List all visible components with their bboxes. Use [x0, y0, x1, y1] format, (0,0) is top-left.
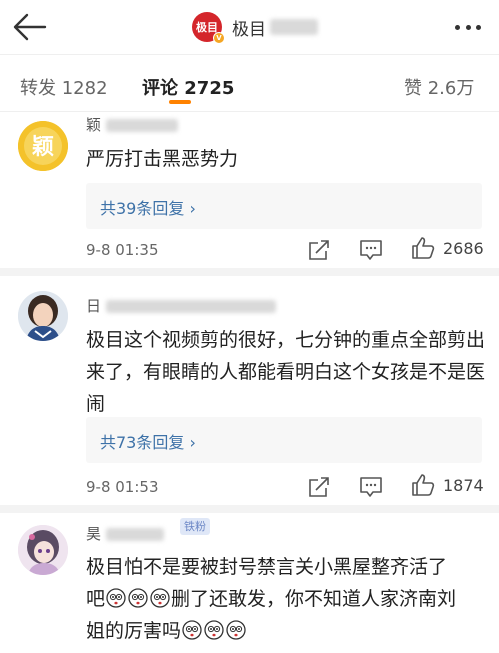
emoji-icon	[204, 618, 224, 640]
tab-likes[interactable]: 赞 2.6万	[404, 74, 474, 100]
comment-text: 极目怕不是要被封号禁言关小黑屋整齐活了 吧删了还敢发，你不知道人家济南刘 姐的厉…	[86, 551, 486, 647]
account-header[interactable]: 极目 V 极目	[192, 11, 318, 44]
active-tab-indicator	[169, 100, 191, 104]
divider	[0, 505, 499, 513]
comment-icon[interactable]	[358, 474, 384, 500]
view-replies-button[interactable]: 共39条回复 ›	[86, 183, 482, 229]
replies-link: 共73条回复 ›	[100, 433, 196, 452]
yellow-badge-avatar-icon: 颖	[18, 121, 68, 171]
comment-line: 姐的厉害吗	[86, 615, 486, 647]
comment-line: 极目怕不是要被封号禁言关小黑屋整齐活了	[86, 556, 448, 578]
share-icon[interactable]	[306, 237, 332, 263]
woman-portrait-avatar-icon	[18, 291, 68, 341]
avatar[interactable]: 颖	[18, 121, 68, 171]
top-bar: 极目 V 极目	[0, 0, 499, 55]
avatar[interactable]	[18, 291, 68, 341]
tab-bar: 转发 1282 评论 2725 赞 2.6万	[0, 56, 499, 112]
comment-item: 昊 铁粉 极目怕不是要被封号禁言关小黑屋整齐活了 吧删了还敢发，你不知道人家济南…	[0, 513, 499, 653]
comment-text: 严厉打击黑恶势力	[86, 148, 239, 170]
comment-username[interactable]: 日	[86, 295, 276, 316]
tab-reposts[interactable]: 转发 1282	[20, 74, 108, 100]
more-button[interactable]	[451, 12, 485, 42]
comment-username[interactable]: 昊	[86, 523, 164, 544]
comment-line: 吧删了还敢发，你不知道人家济南刘	[86, 586, 457, 610]
blurred-text	[270, 19, 318, 35]
view-replies-button[interactable]: 共73条回复 ›	[86, 417, 482, 463]
fan-badge: 铁粉	[180, 518, 210, 535]
svg-text:颖: 颖	[32, 135, 54, 160]
more-dots-icon	[455, 24, 460, 30]
emoji-icon	[182, 618, 202, 640]
anime-girl-avatar-icon	[18, 525, 68, 575]
comment-username[interactable]: 颖	[86, 114, 178, 135]
share-icon[interactable]	[306, 474, 332, 500]
emoji-icon	[106, 586, 126, 608]
comment-list: 颖 颖 严厉打击黑恶势力 共39条回复 › 9-8 01:35 2686 日 极…	[0, 113, 499, 653]
avatar[interactable]	[18, 525, 68, 575]
account-logo: 极目 V	[192, 12, 225, 44]
like-icon[interactable]	[410, 472, 436, 498]
emoji-icon	[226, 618, 246, 640]
comment-time: 9-8 01:53	[86, 478, 159, 496]
comment-text: 极目这个视频剪的很好，七分钟的重点全部剪出来了，有眼睛的人都能看明白这个女孩是不…	[86, 329, 486, 415]
back-button[interactable]	[10, 10, 50, 44]
emoji-icon	[128, 586, 148, 608]
divider	[0, 268, 499, 276]
comment-item: 颖 颖 严厉打击黑恶势力 共39条回复 › 9-8 01:35 2686	[0, 113, 499, 269]
tab-comments[interactable]: 评论 2725	[142, 74, 234, 100]
comment-icon[interactable]	[358, 237, 384, 263]
emoji-icon	[150, 586, 170, 608]
verified-icon: V	[213, 32, 225, 44]
like-icon[interactable]	[410, 235, 436, 261]
replies-link: 共39条回复 ›	[100, 199, 196, 218]
comment-time: 9-8 01:35	[86, 241, 159, 259]
like-count: 2686	[443, 239, 484, 258]
account-name: 极目	[232, 15, 318, 40]
like-count: 1874	[443, 476, 484, 495]
back-arrow-icon	[13, 13, 47, 41]
